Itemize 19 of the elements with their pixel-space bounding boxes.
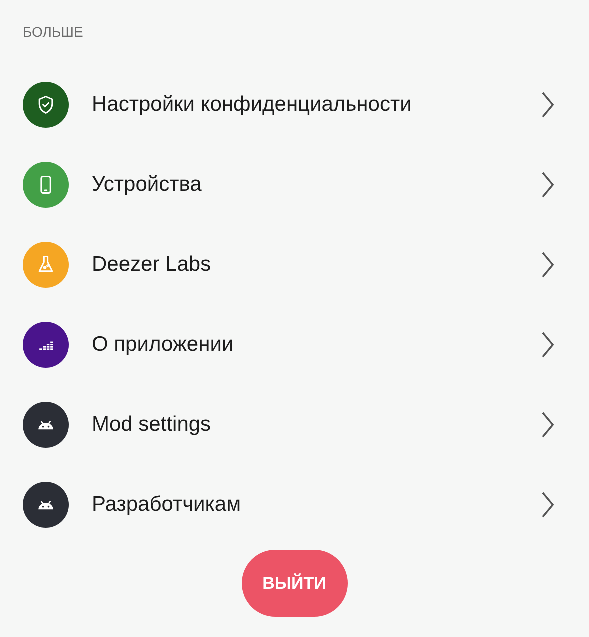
settings-item[interactable]: Mod settings	[0, 385, 589, 465]
item-label: Mod settings	[92, 413, 212, 437]
item-label: Deezer Labs	[92, 253, 212, 277]
settings-item[interactable]: Deezer Labs	[0, 225, 589, 305]
chevron-right-icon	[541, 91, 555, 119]
chevron-right-icon	[541, 411, 555, 439]
chevron-right-icon	[541, 491, 555, 519]
item-label: Настройки конфиденциальности	[92, 93, 413, 117]
settings-item[interactable]: О приложении	[0, 305, 589, 385]
chevron-right-icon	[541, 331, 555, 359]
chevron-right-icon	[541, 171, 555, 199]
item-label: Разработчикам	[92, 493, 242, 517]
item-label: О приложении	[92, 333, 235, 357]
chevron-right-icon	[541, 251, 555, 279]
settings-item[interactable]: Разработчикам	[0, 465, 589, 545]
section-title: БОЛЬШЕ	[22, 24, 84, 40]
settings-item[interactable]: Настройки конфиденциальности	[0, 65, 589, 145]
item-label: Устройства	[92, 173, 203, 197]
settings-item[interactable]: Устройства	[0, 145, 589, 225]
